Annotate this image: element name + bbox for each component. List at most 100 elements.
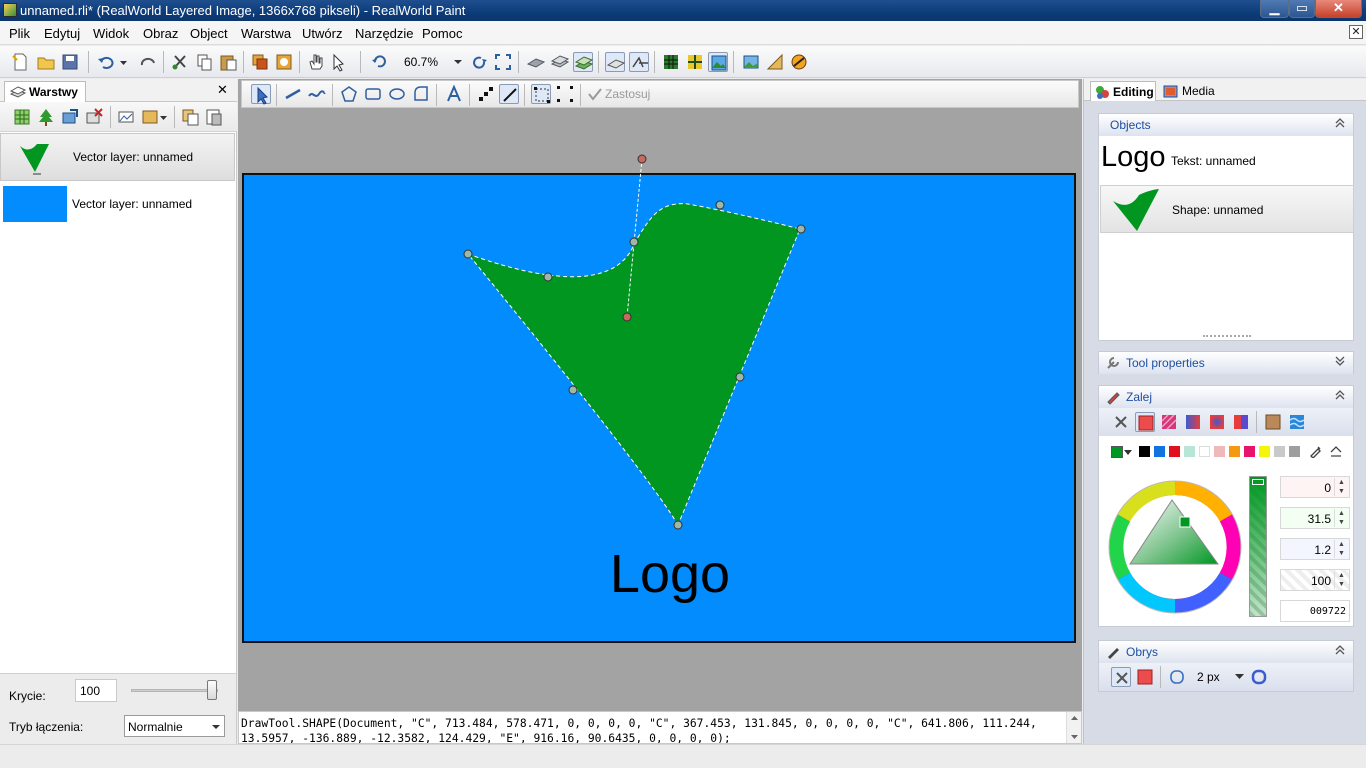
select-tool-icon[interactable] bbox=[251, 84, 271, 105]
image-view-icon[interactable] bbox=[708, 52, 728, 72]
object-item-shape[interactable]: Shape: unnamed bbox=[1100, 185, 1354, 233]
scale-tool-icon[interactable] bbox=[555, 84, 575, 104]
layer-down-icon[interactable] bbox=[526, 52, 546, 72]
hand-tool-icon[interactable] bbox=[306, 52, 326, 72]
tool-properties-header[interactable]: Tool properties bbox=[1099, 352, 1353, 374]
outline-header[interactable]: Obrys bbox=[1099, 641, 1353, 663]
palette-red[interactable] bbox=[1169, 446, 1180, 457]
edit-nodes-icon[interactable] bbox=[629, 52, 649, 72]
color-wheel[interactable] bbox=[1106, 478, 1244, 616]
color-picker-handle[interactable] bbox=[1179, 516, 1191, 528]
layer-up-icon[interactable] bbox=[550, 52, 570, 72]
layer-stack-icon[interactable] bbox=[573, 52, 594, 72]
objects-header[interactable]: Objects bbox=[1099, 114, 1353, 136]
node-handle[interactable] bbox=[715, 200, 725, 210]
texture-fill-icon[interactable] bbox=[1263, 412, 1283, 432]
opacity-input[interactable]: 100 bbox=[75, 679, 117, 702]
spinner-arrows[interactable]: ▲ ▼ bbox=[1334, 509, 1348, 527]
blend-mode-select[interactable]: Normalnie bbox=[124, 715, 225, 737]
open-file-icon[interactable] bbox=[36, 52, 56, 72]
opacity-slider-handle[interactable] bbox=[207, 680, 217, 700]
tab-media[interactable]: Media bbox=[1160, 81, 1224, 101]
delete-layer-icon[interactable] bbox=[84, 107, 104, 127]
shape-tool-icon[interactable] bbox=[411, 84, 431, 104]
node-handle[interactable] bbox=[568, 385, 578, 395]
node-handle[interactable] bbox=[735, 372, 745, 382]
chevron-down-icon[interactable] bbox=[1124, 450, 1132, 456]
solid-fill-icon[interactable] bbox=[1135, 412, 1155, 432]
curve-tool-icon[interactable] bbox=[307, 84, 327, 104]
tile-grid-icon[interactable] bbox=[685, 52, 705, 72]
layer-item-shape[interactable]: Vector layer: unnamed bbox=[0, 133, 235, 181]
palette-orange[interactable] bbox=[1229, 446, 1240, 457]
new-file-icon[interactable] bbox=[10, 52, 30, 72]
close-panel-icon[interactable]: ✕ bbox=[217, 82, 228, 98]
chevron-down-icon[interactable] bbox=[1235, 674, 1244, 681]
save-icon[interactable] bbox=[60, 52, 80, 72]
control-point-handle[interactable] bbox=[622, 312, 632, 322]
pattern-fill-icon[interactable] bbox=[1287, 412, 1307, 432]
rectangle-tool-icon[interactable] bbox=[363, 84, 383, 104]
ruler-icon[interactable] bbox=[765, 52, 785, 72]
palette-black[interactable] bbox=[1139, 446, 1150, 457]
canvas[interactable]: Logo bbox=[238, 108, 1082, 711]
outline-shape-icon[interactable] bbox=[1167, 667, 1187, 687]
grid-layers-icon[interactable] bbox=[605, 52, 626, 72]
undo-dropdown-icon[interactable] bbox=[118, 52, 130, 72]
spinner-arrows[interactable]: ▲ ▼ bbox=[1334, 571, 1348, 589]
hex-color-input[interactable]: 009722 bbox=[1280, 600, 1350, 622]
fill-header[interactable]: Zalej bbox=[1099, 386, 1353, 408]
copy-layer-icon[interactable] bbox=[180, 107, 200, 127]
menu-plik[interactable]: Plik bbox=[9, 26, 30, 41]
script-output-scrollbar[interactable] bbox=[1066, 712, 1081, 743]
fit-to-window-icon[interactable] bbox=[493, 52, 513, 72]
node-handle[interactable] bbox=[796, 224, 806, 234]
resize-grip[interactable] bbox=[1203, 335, 1251, 338]
no-outline-icon[interactable] bbox=[1111, 667, 1131, 687]
pointer-tool-icon[interactable] bbox=[330, 52, 350, 72]
collapse-icon[interactable] bbox=[1335, 644, 1345, 656]
menu-obraz[interactable]: Obraz bbox=[143, 26, 178, 41]
plugin-icon[interactable] bbox=[789, 52, 809, 72]
duplicate-layer-icon[interactable] bbox=[60, 107, 80, 127]
collapse-icon[interactable] bbox=[1335, 389, 1345, 401]
radial-gradient-fill-icon[interactable] bbox=[1207, 412, 1227, 432]
palette-white[interactable] bbox=[1199, 446, 1210, 457]
spinner-arrows[interactable]: ▲ ▼ bbox=[1334, 478, 1348, 496]
tree-layer-icon[interactable] bbox=[36, 107, 56, 127]
alpha-slider-handle[interactable] bbox=[1252, 479, 1264, 485]
tab-warstwy[interactable]: Warstwy bbox=[4, 81, 86, 102]
zoom-select[interactable]: 60.7% bbox=[396, 53, 466, 71]
layer-mask-icon[interactable] bbox=[274, 52, 294, 72]
close-window-button[interactable]: ✕ bbox=[1315, 0, 1362, 18]
layer-effects-dropdown[interactable] bbox=[140, 107, 170, 127]
paste-icon[interactable] bbox=[218, 52, 238, 72]
transform-tool-icon[interactable] bbox=[531, 84, 551, 104]
paste-layer-icon[interactable] bbox=[204, 107, 224, 127]
lightness-input[interactable]: 1.2 ▲ ▼ bbox=[1280, 538, 1350, 560]
no-fill-icon[interactable] bbox=[1111, 412, 1131, 432]
pen-tool-icon[interactable] bbox=[499, 84, 519, 104]
node-handle[interactable] bbox=[673, 520, 683, 530]
photo-icon[interactable] bbox=[741, 52, 761, 72]
menu-pomoc[interactable]: Pomoc bbox=[422, 26, 462, 41]
menu-warstwa[interactable]: Warstwa bbox=[241, 26, 291, 41]
cut-icon[interactable] bbox=[170, 52, 190, 72]
palette-blue[interactable] bbox=[1154, 446, 1165, 457]
expand-icon[interactable] bbox=[1335, 355, 1345, 367]
line-tool-icon[interactable] bbox=[283, 84, 303, 104]
polygon-tool-icon[interactable] bbox=[339, 84, 359, 104]
minimize-button[interactable]: ▁ bbox=[1260, 0, 1289, 18]
palette-mint[interactable] bbox=[1184, 446, 1195, 457]
eyedropper-icon[interactable] bbox=[1309, 444, 1323, 458]
opacity-input[interactable]: 100 ▲ ▼ bbox=[1280, 569, 1350, 591]
palette-magenta[interactable] bbox=[1244, 446, 1255, 457]
palette-dark-gray[interactable] bbox=[1289, 446, 1300, 457]
saturation-input[interactable]: 31.5 ▲ ▼ bbox=[1280, 507, 1350, 529]
maximize-button[interactable]: ▭ bbox=[1289, 0, 1315, 18]
menu-utworz[interactable]: Utwórz bbox=[302, 26, 342, 41]
menu-narzedzie[interactable]: Narzędzie bbox=[355, 26, 414, 41]
palette-yellow[interactable] bbox=[1259, 446, 1270, 457]
menu-widok[interactable]: Widok bbox=[93, 26, 129, 41]
tab-editing[interactable]: Editing bbox=[1090, 81, 1156, 101]
